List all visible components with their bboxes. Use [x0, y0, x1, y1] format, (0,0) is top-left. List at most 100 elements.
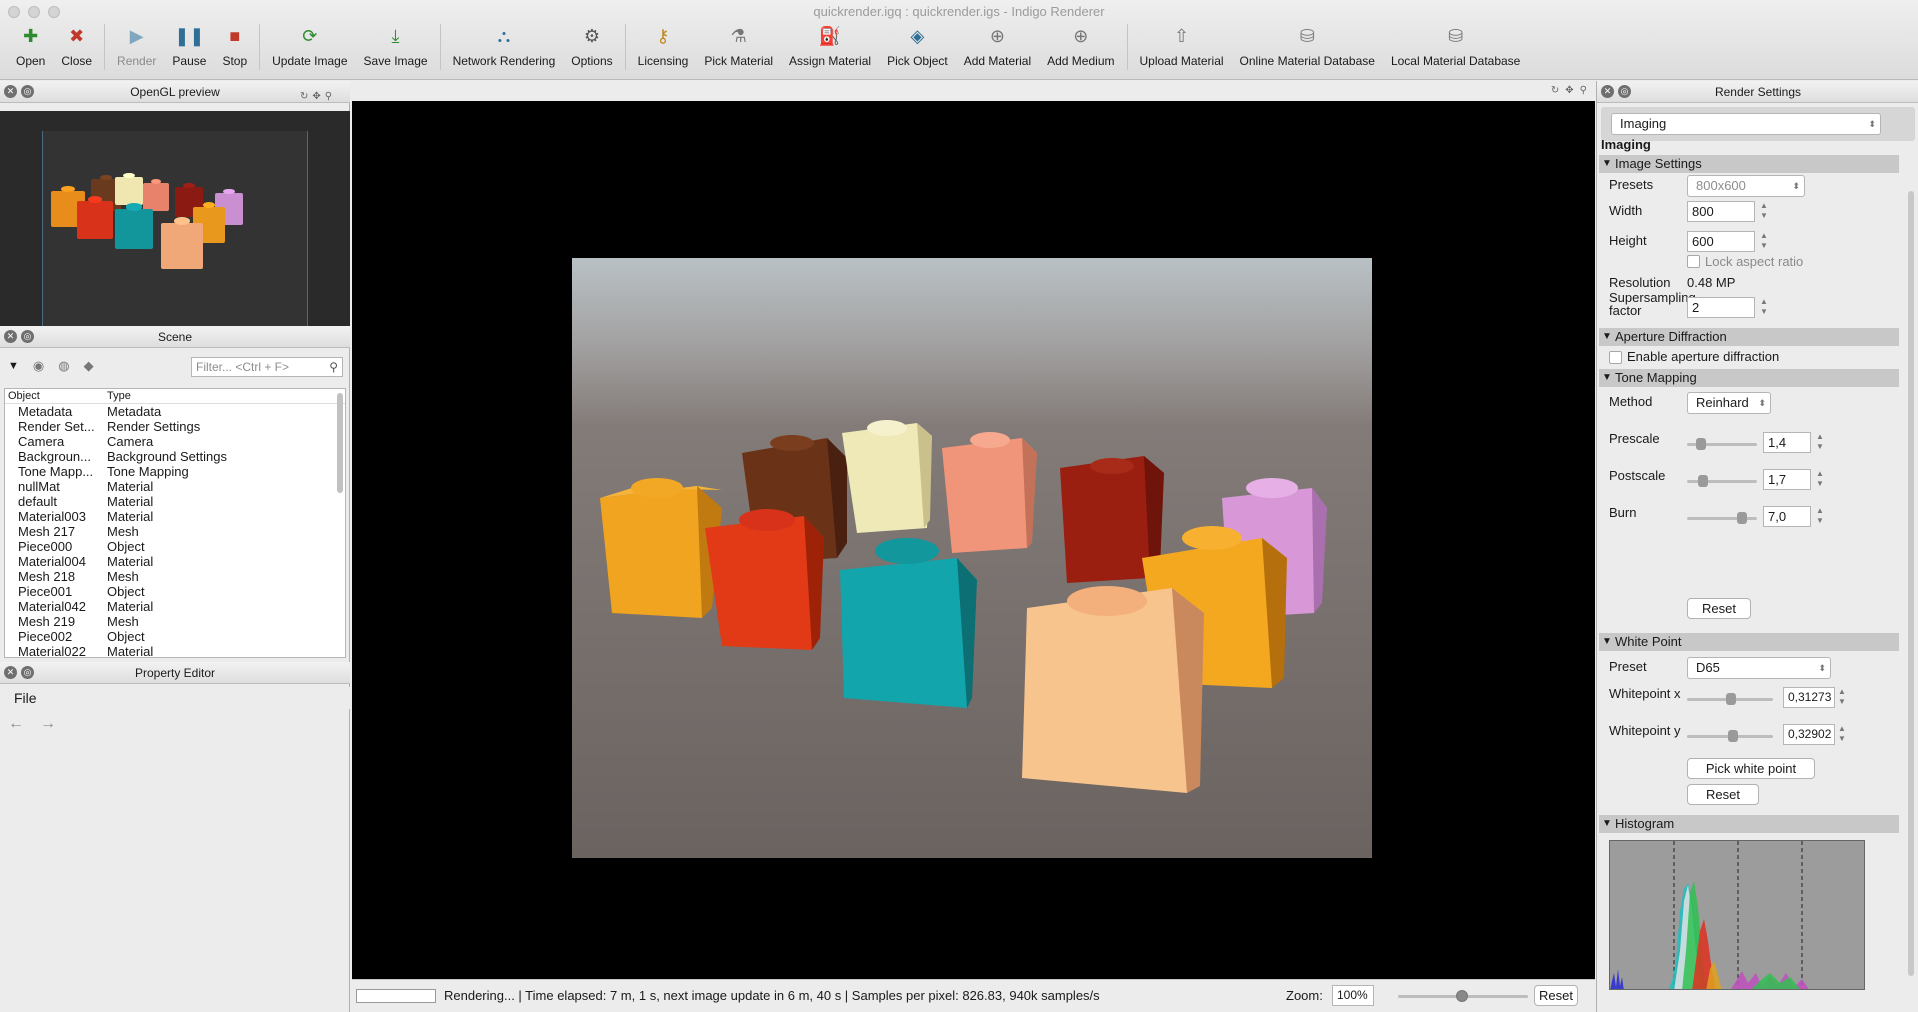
- aperture-diffraction-checkbox[interactable]: [1609, 351, 1622, 364]
- scene-row[interactable]: nullMat Material: [5, 479, 345, 494]
- licensing-button[interactable]: ⚷ Licensing: [630, 24, 697, 72]
- scene-row[interactable]: Mesh 217 Mesh: [5, 524, 345, 539]
- scene-row[interactable]: Camera Camera: [5, 434, 345, 449]
- postscale-stepper[interactable]: ▲ ▼: [1815, 469, 1825, 490]
- scene-row[interactable]: Material022 Material: [5, 644, 345, 657]
- whitepoint-x-stepper[interactable]: ▲ ▼: [1837, 687, 1847, 708]
- scene-scrollbar[interactable]: [337, 393, 343, 493]
- back-arrow-icon[interactable]: ←: [8, 715, 24, 733]
- network-rendering-button[interactable]: ⛬ Network Rendering: [445, 24, 564, 72]
- float-icon[interactable]: ◎: [1618, 85, 1631, 98]
- close-icon[interactable]: ✕: [1601, 85, 1614, 98]
- options-button[interactable]: ⚙ Options: [563, 24, 620, 72]
- local-material-database-button[interactable]: ⛁ Local Material Database: [1383, 24, 1528, 72]
- scene-tree[interactable]: Object Type Metadata Metadata Render Set..…: [4, 388, 346, 658]
- opengl-preview-viewport[interactable]: [0, 111, 350, 326]
- scene-row[interactable]: Mesh 218 Mesh: [5, 569, 345, 584]
- supersampling-input[interactable]: 2: [1687, 297, 1755, 318]
- scene-row[interactable]: Tone Mapp... Tone Mapping: [5, 464, 345, 479]
- scene-row[interactable]: Material042 Material: [5, 599, 345, 614]
- width-input[interactable]: 800: [1687, 201, 1755, 222]
- render-view[interactable]: [352, 101, 1595, 979]
- method-select[interactable]: Reinhard ⬍: [1687, 392, 1771, 414]
- camera-filter-icon[interactable]: ◉: [33, 358, 44, 374]
- zoom-slider-handle[interactable]: [1456, 990, 1468, 1002]
- whitepoint-x-slider-handle[interactable]: [1726, 693, 1736, 705]
- pick-white-point-button[interactable]: Pick white point: [1687, 758, 1815, 779]
- render-button[interactable]: ▶ Render: [109, 24, 164, 72]
- whitepoint-y-input[interactable]: 0,32902: [1783, 724, 1835, 745]
- scene-row[interactable]: Piece002 Object: [5, 629, 345, 644]
- render-view-dock-icons[interactable]: ↻ ✥ ⚲: [1551, 85, 1587, 96]
- close-button[interactable]: ✖ Close: [53, 24, 100, 72]
- white-preset-select[interactable]: D65 ⬍: [1687, 657, 1831, 679]
- scene-row[interactable]: Backgroun... Background Settings: [5, 449, 345, 464]
- burn-input[interactable]: 7,0: [1763, 506, 1811, 527]
- zoom-reset-button[interactable]: Reset: [1534, 985, 1578, 1006]
- scene-row[interactable]: Piece000 Object: [5, 539, 345, 554]
- height-stepper[interactable]: ▲ ▼: [1759, 231, 1769, 252]
- add-medium-button[interactable]: ⊕ Add Medium: [1039, 24, 1122, 72]
- float-icon[interactable]: ◎: [21, 666, 34, 679]
- scene-row[interactable]: Piece001 Object: [5, 584, 345, 599]
- preview-cube: [115, 209, 153, 249]
- forward-arrow-icon[interactable]: →: [40, 715, 56, 733]
- burn-stepper[interactable]: ▲ ▼: [1815, 506, 1825, 527]
- add-material-button[interactable]: ⊕ Add Material: [956, 24, 1039, 72]
- height-input[interactable]: 600: [1687, 231, 1755, 252]
- rendered-image[interactable]: [572, 258, 1372, 858]
- scene-row[interactable]: Material004 Material: [5, 554, 345, 569]
- scene-row[interactable]: Mesh 219 Mesh: [5, 614, 345, 629]
- white-point-reset-button[interactable]: Reset: [1687, 784, 1759, 805]
- tone-mapping-reset-button[interactable]: Reset: [1687, 598, 1751, 619]
- burn-slider-handle[interactable]: [1737, 512, 1747, 524]
- update-image-button[interactable]: ⟳ Update Image: [264, 24, 355, 72]
- column-header-type[interactable]: Type: [107, 389, 307, 403]
- postscale-slider-handle[interactable]: [1698, 475, 1708, 487]
- float-icon[interactable]: ◎: [21, 330, 34, 343]
- pick-material-button[interactable]: ⚗ Pick Material: [696, 24, 781, 72]
- scene-row[interactable]: Render Set... Render Settings: [5, 419, 345, 434]
- online-material-database-button[interactable]: ⛁ Online Material Database: [1232, 24, 1383, 72]
- light-filter-icon[interactable]: ◍: [58, 358, 69, 374]
- width-stepper[interactable]: ▲ ▼: [1759, 201, 1769, 222]
- collapse-icon[interactable]: ▼: [8, 360, 19, 372]
- pick-object-button[interactable]: ◈ Pick Object: [879, 24, 956, 72]
- property-file-menu[interactable]: File: [0, 687, 350, 709]
- close-icon[interactable]: ✕: [4, 330, 17, 343]
- presets-select[interactable]: 800x600 ⬍: [1687, 175, 1805, 197]
- section-aperture-diffraction[interactable]: Aperture Diffraction: [1599, 328, 1899, 346]
- close-icon[interactable]: ✕: [4, 666, 17, 679]
- supersampling-stepper[interactable]: ▲ ▼: [1759, 297, 1769, 318]
- scene-row[interactable]: Material003 Material: [5, 509, 345, 524]
- prescale-input[interactable]: 1,4: [1763, 432, 1811, 453]
- section-image-settings[interactable]: Image Settings: [1599, 155, 1899, 173]
- section-white-point[interactable]: White Point: [1599, 633, 1899, 651]
- section-tone-mapping[interactable]: Tone Mapping: [1599, 369, 1899, 387]
- open-button[interactable]: ✚ Open: [8, 24, 53, 72]
- prescale-stepper[interactable]: ▲ ▼: [1815, 432, 1825, 453]
- scene-row[interactable]: default Material: [5, 494, 345, 509]
- lock-aspect-checkbox[interactable]: [1687, 255, 1700, 268]
- assign-material-button[interactable]: ⛽ Assign Material: [781, 24, 879, 72]
- preview-view-icons[interactable]: ↻ ✥ ⚲: [300, 91, 332, 102]
- whitepoint-x-input[interactable]: 0,31273: [1783, 687, 1835, 708]
- postscale-input[interactable]: 1,7: [1763, 469, 1811, 490]
- object-filter-icon[interactable]: ◆: [84, 358, 94, 374]
- upload-material-button[interactable]: ⇧ Upload Material: [1132, 24, 1232, 72]
- column-header-object[interactable]: Object: [5, 389, 107, 403]
- whitepoint-y-slider-handle[interactable]: [1728, 730, 1738, 742]
- scene-filter-input[interactable]: Filter... <Ctrl + F> ⚲: [191, 357, 343, 377]
- category-select[interactable]: Imaging ⬍: [1611, 113, 1881, 135]
- close-icon[interactable]: ✕: [4, 85, 17, 98]
- render-settings-scrollbar[interactable]: [1908, 191, 1914, 976]
- stop-button[interactable]: ■ Stop: [214, 24, 255, 72]
- section-histogram[interactable]: Histogram: [1599, 815, 1899, 833]
- float-icon[interactable]: ◎: [21, 85, 34, 98]
- whitepoint-y-stepper[interactable]: ▲ ▼: [1837, 724, 1847, 745]
- scene-row[interactable]: Metadata Metadata: [5, 404, 345, 419]
- pause-button[interactable]: ❚❚ Pause: [164, 24, 214, 72]
- zoom-input[interactable]: 100%: [1332, 985, 1374, 1006]
- save-image-button[interactable]: ⤓ Save Image: [356, 24, 436, 72]
- prescale-slider-handle[interactable]: [1696, 438, 1706, 450]
